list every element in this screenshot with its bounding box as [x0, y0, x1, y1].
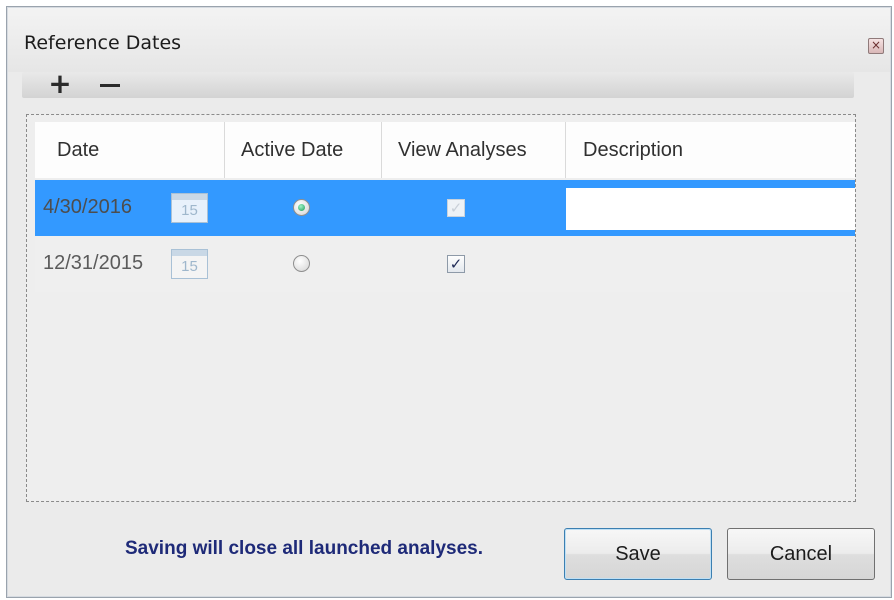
column-header-view-analyses[interactable]: View Analyses [382, 122, 566, 178]
active-date-cell [225, 180, 382, 236]
active-date-radio[interactable] [293, 199, 310, 216]
dialog-title: Reference Dates [24, 32, 182, 54]
grid-header: Date Active Date View Analyses Descripti… [35, 122, 855, 178]
column-header-description[interactable]: Description [566, 122, 855, 178]
calendar-day: 15 [181, 258, 198, 275]
column-header-date[interactable]: Date [35, 122, 225, 178]
calendar-icon[interactable]: 15 [171, 249, 208, 279]
cancel-button[interactable]: Cancel [727, 528, 875, 580]
save-button[interactable]: Save [564, 528, 712, 580]
date-value: 4/30/2016 [43, 196, 132, 218]
view-analyses-cell: ✓ [382, 236, 566, 292]
reference-dates-grid: Date Active Date View Analyses Descripti… [26, 114, 856, 502]
description-cell[interactable] [566, 236, 855, 292]
table-row[interactable]: 4/30/2016 15 ✓ [35, 180, 855, 236]
view-analyses-cell: ✓ [382, 180, 566, 236]
plus-icon[interactable]: + [46, 70, 74, 98]
calendar-day: 15 [181, 202, 198, 219]
save-warning-message: Saving will close all launched analyses. [125, 538, 483, 559]
description-cell[interactable] [566, 180, 855, 236]
close-icon[interactable]: × [868, 38, 884, 54]
date-cell[interactable]: 4/30/2016 15 [35, 180, 225, 236]
description-input[interactable] [566, 188, 855, 230]
minus-icon[interactable] [96, 72, 124, 98]
date-cell[interactable]: 12/31/2015 15 [35, 236, 225, 292]
view-analyses-checkbox[interactable]: ✓ [447, 199, 465, 217]
view-analyses-checkbox[interactable]: ✓ [447, 255, 465, 273]
grid-toolbar: + [22, 70, 854, 98]
calendar-icon[interactable]: 15 [171, 193, 208, 223]
column-header-active-date[interactable]: Active Date [225, 122, 382, 178]
active-date-radio[interactable] [293, 255, 310, 272]
active-date-cell [225, 236, 382, 292]
table-row[interactable]: 12/31/2015 15 ✓ [35, 236, 855, 292]
date-value: 12/31/2015 [43, 252, 144, 274]
title-bar: Reference Dates × [8, 8, 890, 72]
